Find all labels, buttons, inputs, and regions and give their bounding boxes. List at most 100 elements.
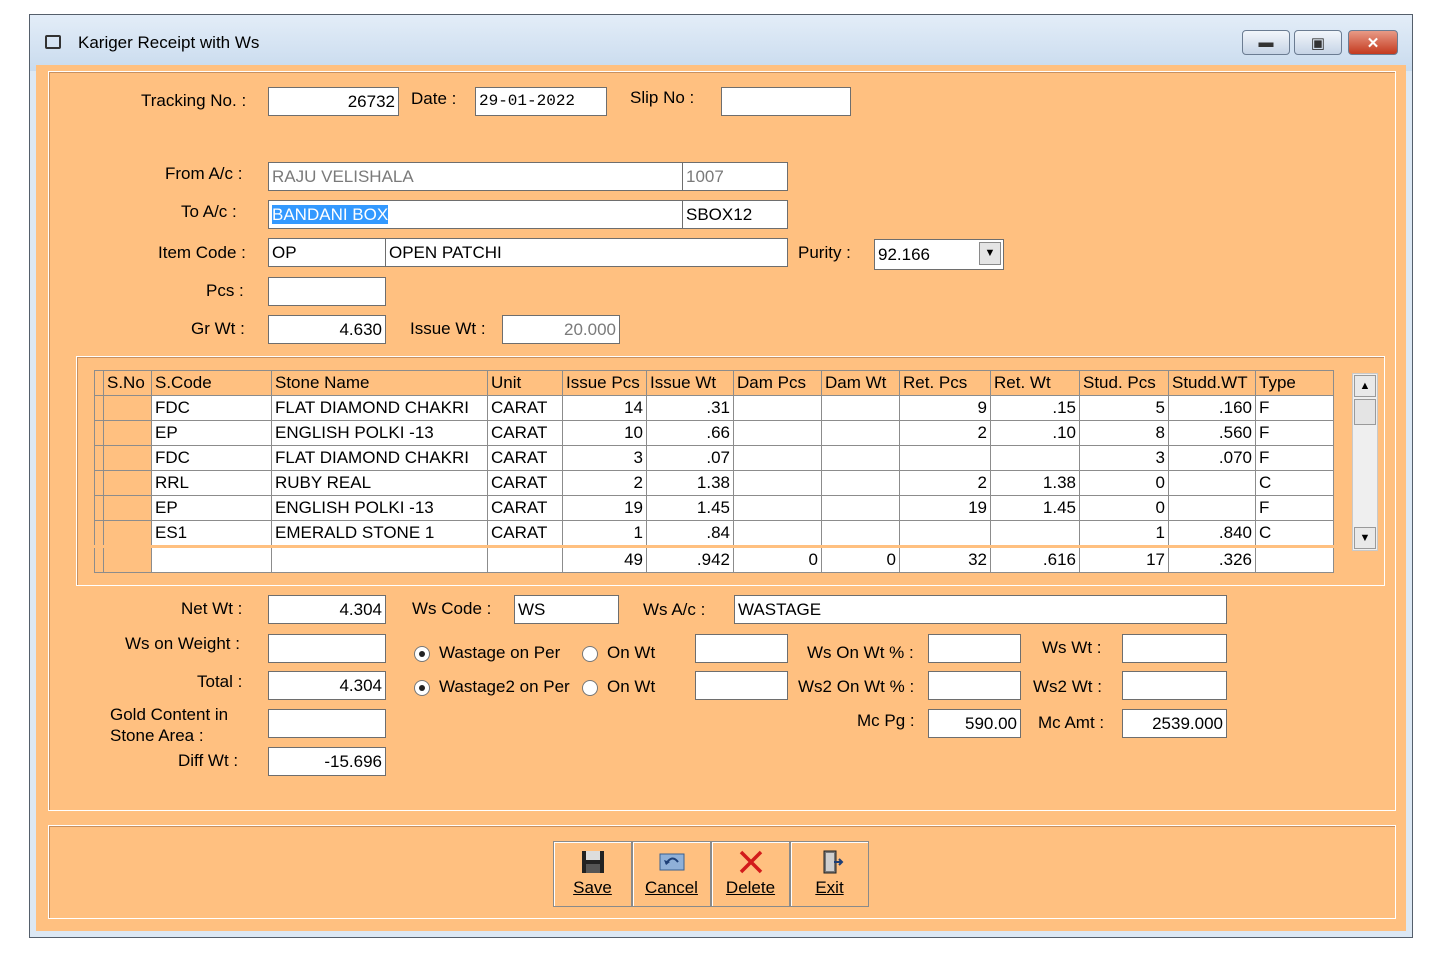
grid-cell[interactable]: .840	[1168, 520, 1256, 547]
grid-cell[interactable]: FDC	[151, 445, 272, 471]
grid-cell[interactable]: 0	[1079, 470, 1169, 496]
grid-cell[interactable]	[103, 495, 152, 521]
grid-cell[interactable]: F	[1255, 495, 1334, 521]
grid-cell[interactable]	[103, 520, 152, 547]
to-ac-name-field[interactable]: BANDANI BOX	[268, 200, 683, 229]
grid-cell[interactable]: CARAT	[487, 395, 563, 421]
exit-button[interactable]: Exit	[790, 841, 869, 907]
grid-cell[interactable]: EP	[151, 495, 272, 521]
grid-cell[interactable]	[821, 495, 900, 521]
grid-cell[interactable]: CARAT	[487, 495, 563, 521]
grid-cell[interactable]: CARAT	[487, 470, 563, 496]
pcs-field[interactable]	[268, 277, 386, 306]
grid-col-type[interactable]: Type	[1255, 370, 1334, 396]
ws2wt-field[interactable]	[1122, 671, 1227, 700]
grid-cell[interactable]: 14	[562, 395, 647, 421]
grid-cell[interactable]: .84	[646, 520, 734, 547]
grid-cell[interactable]: FDC	[151, 395, 272, 421]
grid-cell[interactable]: ENGLISH POLKI -13	[271, 420, 488, 446]
scroll-thumb[interactable]	[1354, 399, 1376, 425]
grid-cell[interactable]	[733, 395, 822, 421]
grid-cell[interactable]	[733, 420, 822, 446]
grid-cell[interactable]: 1.45	[990, 495, 1080, 521]
grid-cell[interactable]: 0	[1079, 495, 1169, 521]
grwt-field[interactable]: 4.630	[268, 315, 386, 344]
table-row[interactable]: EP ENGLISH POLKI -13 CARAT 10.66 2.10 8.560 F	[94, 420, 1334, 446]
grid-cell[interactable]	[733, 445, 822, 471]
chevron-down-icon[interactable]: ▼	[979, 242, 1001, 265]
wastage2-on-per-radio[interactable]	[414, 680, 430, 696]
wastage-on-wt-radio[interactable]	[582, 646, 598, 662]
grid-cell[interactable]: 1.45	[646, 495, 734, 521]
grid-cell[interactable]: .160	[1168, 395, 1256, 421]
grid-cell[interactable]: C	[1255, 470, 1334, 496]
wswt-field[interactable]	[1122, 634, 1227, 663]
table-row[interactable]: RRL RUBY REAL CARAT 2 1.38 2 1.38 0 C	[94, 470, 1334, 496]
grid-cell[interactable]: 3	[1079, 445, 1169, 471]
row-indicator[interactable]	[94, 470, 104, 496]
to-ac-code-field[interactable]: SBOX12	[682, 200, 788, 229]
grid-col-issue-wt[interactable]: Issue Wt	[646, 370, 734, 396]
save-button[interactable]: Save	[553, 841, 632, 907]
grid-cell[interactable]	[103, 470, 152, 496]
grid-cell[interactable]: 2	[899, 470, 991, 496]
grid-col-sno[interactable]: S.No	[103, 370, 152, 396]
grid-col-unit[interactable]: Unit	[487, 370, 563, 396]
grid-cell[interactable]: ES1	[151, 520, 272, 547]
row-indicator[interactable]	[94, 495, 104, 521]
grid-cell[interactable]: EP	[151, 420, 272, 446]
grid-vertical-scrollbar[interactable]: ▲ ▼	[1352, 373, 1378, 551]
grid-cell[interactable]	[899, 520, 991, 547]
grid-cell[interactable]	[103, 395, 152, 421]
gold-content-field[interactable]	[268, 709, 386, 738]
item-name-field[interactable]: OPEN PATCHI	[385, 238, 788, 267]
grid-cell[interactable]: 19	[899, 495, 991, 521]
table-row[interactable]: FDC FLAT DIAMOND CHAKRI CARAT 14.31 9.15 5.16…	[94, 395, 1334, 421]
wsac-field[interactable]: WASTAGE	[734, 595, 1227, 624]
grid-col-issue-pcs[interactable]: Issue Pcs	[562, 370, 647, 396]
scroll-up-icon[interactable]: ▲	[1354, 375, 1376, 397]
grid-cell[interactable]: RUBY REAL	[271, 470, 488, 496]
table-row[interactable]: FDC FLAT DIAMOND CHAKRI CARAT 3.07 3.070 F	[94, 445, 1334, 471]
grid-cell[interactable]: 10	[562, 420, 647, 446]
wastage-value-field[interactable]	[695, 634, 788, 663]
row-indicator[interactable]	[94, 395, 104, 421]
total-field[interactable]: 4.304	[268, 671, 386, 700]
grid-cell[interactable]	[821, 445, 900, 471]
grid-cell[interactable]	[733, 495, 822, 521]
maximize-button[interactable]: ▣	[1294, 30, 1342, 55]
grid-cell[interactable]	[1168, 495, 1256, 521]
grid-cell[interactable]	[990, 520, 1080, 547]
grid-cell[interactable]: .15	[990, 395, 1080, 421]
tracking-number-field[interactable]: 26732	[268, 87, 399, 116]
grid-cell[interactable]: CARAT	[487, 445, 563, 471]
row-indicator[interactable]	[94, 420, 104, 446]
grid-cell[interactable]: .31	[646, 395, 734, 421]
scroll-down-icon[interactable]: ▼	[1354, 527, 1376, 549]
grid-col-dam-wt[interactable]: Dam Wt	[821, 370, 900, 396]
grid-cell[interactable]: 9	[899, 395, 991, 421]
item-code-field[interactable]: OP	[268, 238, 386, 267]
grid-cell[interactable]: 2	[899, 420, 991, 446]
grid-cell[interactable]: RRL	[151, 470, 272, 496]
from-ac-name-field[interactable]: RAJU VELISHALA	[268, 162, 683, 191]
grid-cell[interactable]: .07	[646, 445, 734, 471]
mcpg-field[interactable]: 590.00	[928, 709, 1021, 738]
wastage2-value-field[interactable]	[695, 671, 788, 700]
grid-cell[interactable]: 1	[562, 520, 647, 547]
slip-number-field[interactable]	[721, 87, 851, 116]
grid-cell[interactable]: FLAT DIAMOND CHAKRI	[271, 395, 488, 421]
grid-cell[interactable]: CARAT	[487, 520, 563, 547]
grid-cell[interactable]	[990, 445, 1080, 471]
table-row[interactable]: EP ENGLISH POLKI -13 CARAT 19 1.45 19 1.45 0 F	[94, 495, 1334, 521]
grid-cell[interactable]: 19	[562, 495, 647, 521]
minimize-button[interactable]: ▬	[1242, 30, 1290, 55]
grid-col-studd-wt[interactable]: Studd.WT	[1168, 370, 1256, 396]
grid-cell[interactable]: F	[1255, 445, 1334, 471]
grid-cell[interactable]: 1	[1079, 520, 1169, 547]
diffwt-field[interactable]: -15.696	[268, 747, 386, 776]
grid-cell[interactable]: 8	[1079, 420, 1169, 446]
grid-cell[interactable]: F	[1255, 395, 1334, 421]
grid-cell[interactable]	[821, 420, 900, 446]
grid-cell[interactable]: 2	[562, 470, 647, 496]
